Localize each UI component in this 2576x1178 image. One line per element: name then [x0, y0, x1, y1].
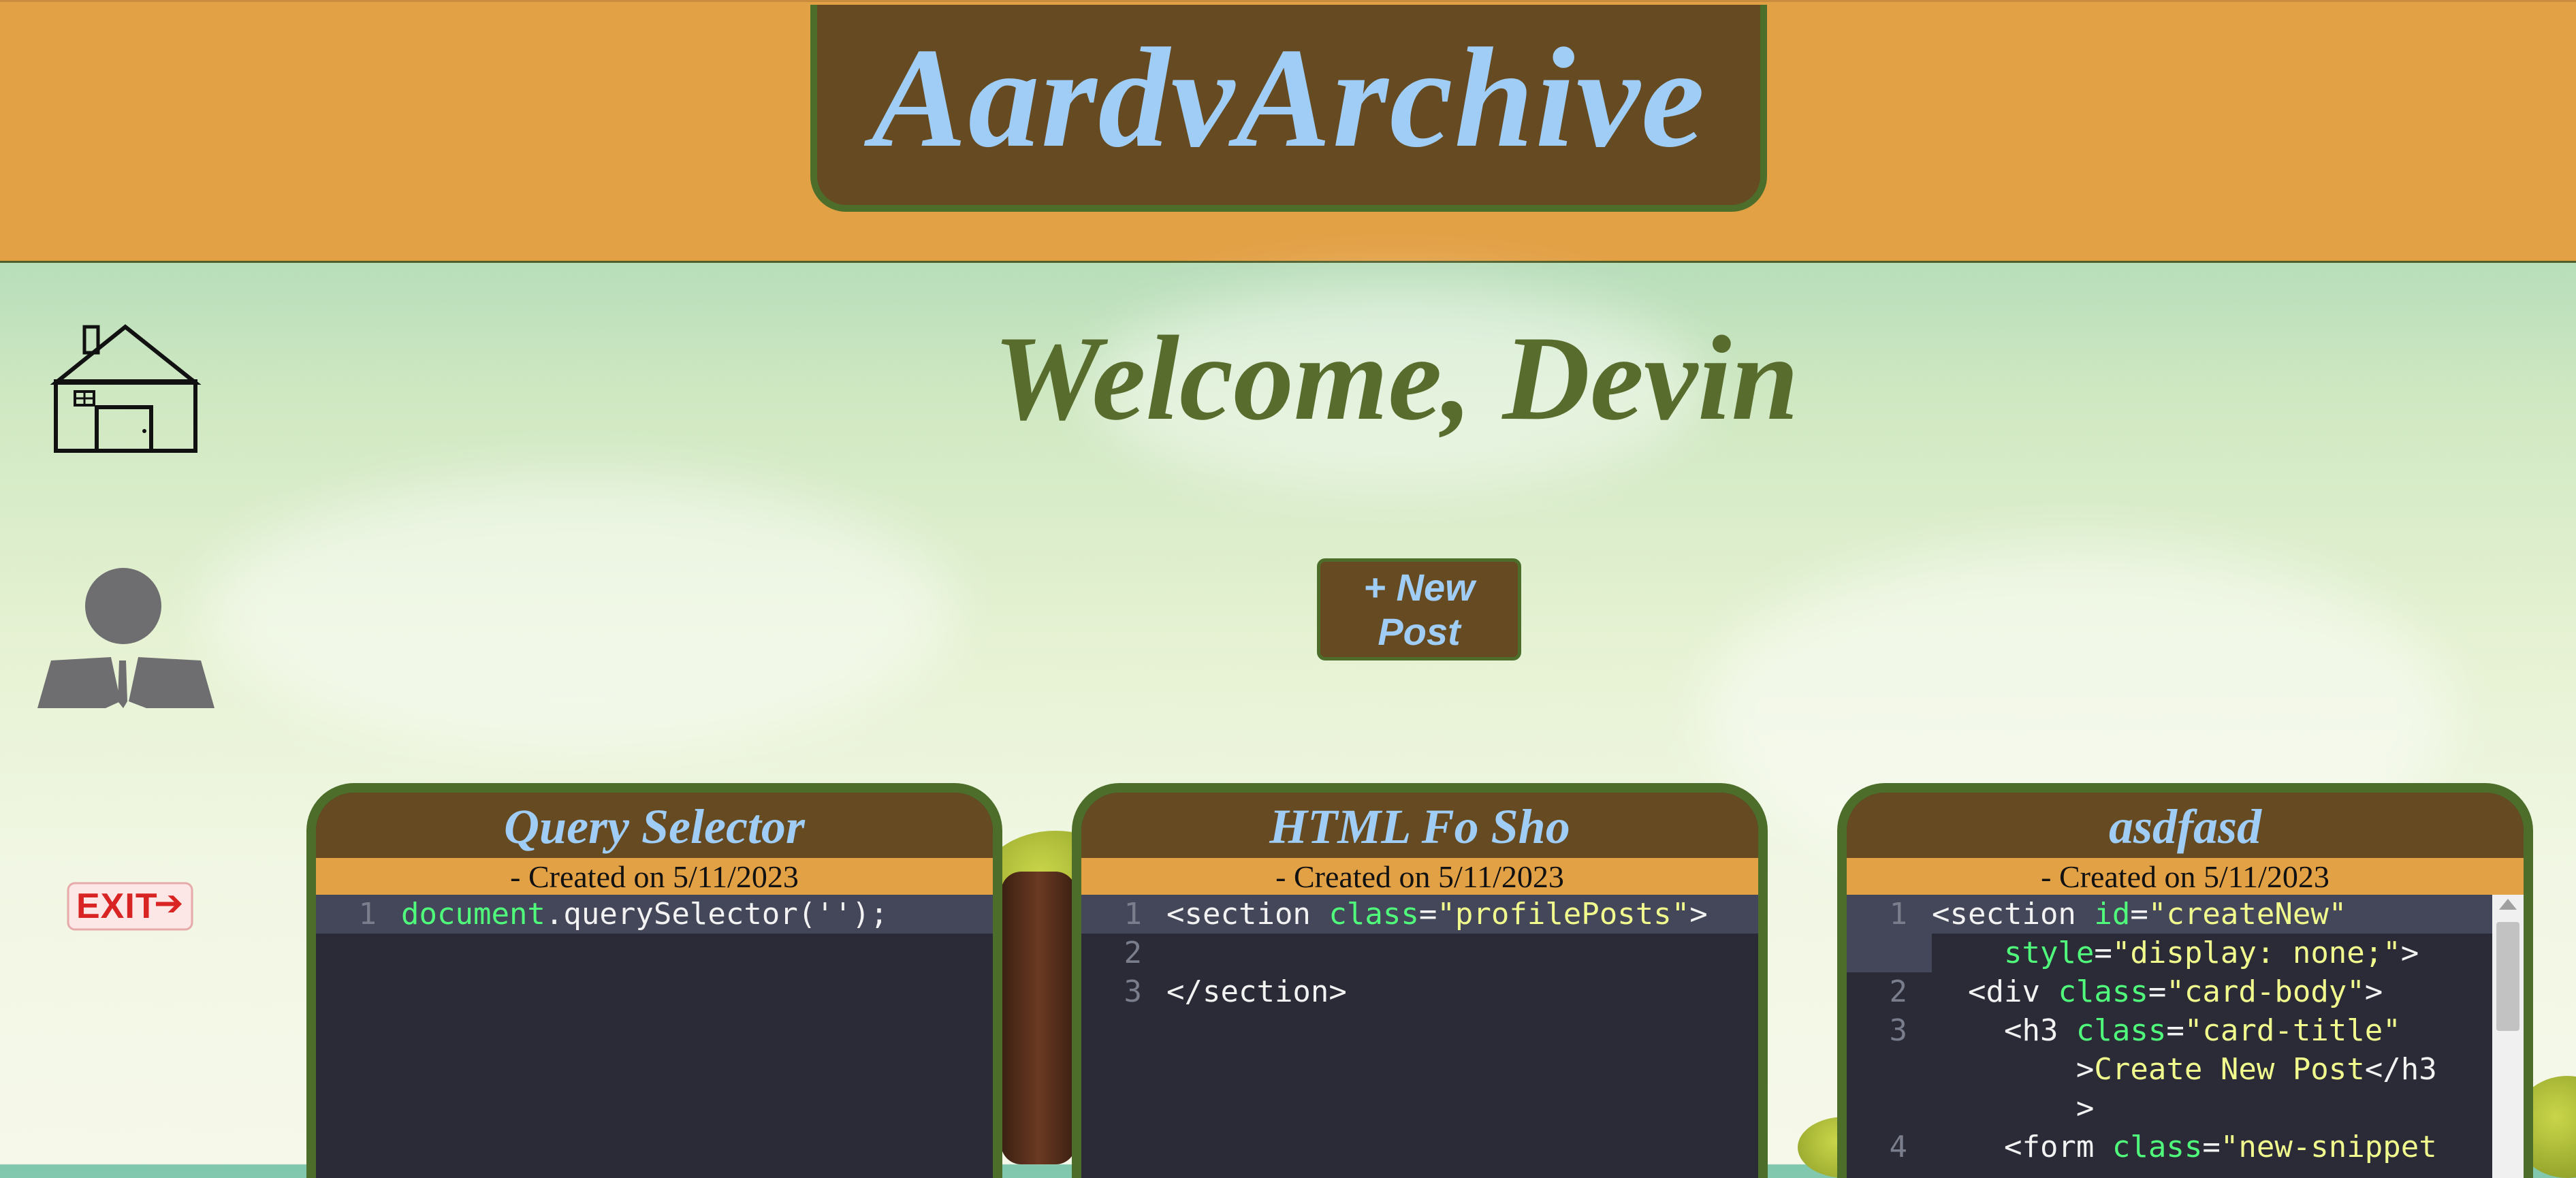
code-token: </section>: [1166, 974, 1347, 1009]
card-title[interactable]: asdfasd: [1847, 793, 2524, 858]
code-line[interactable]: >Create New Post</h3: [1847, 1050, 2524, 1089]
code-token: <form: [1932, 1130, 2112, 1164]
code-text: >: [1932, 1089, 2524, 1128]
code-line[interactable]: 1 <section class="profilePosts">: [1081, 895, 1758, 934]
code-token: Create New Post: [2094, 1052, 2365, 1087]
code-token: </h3: [2364, 1052, 2437, 1087]
line-number: [1847, 934, 1932, 972]
profile-icon[interactable]: [37, 565, 214, 708]
code-text: <section class="profilePosts">: [1166, 895, 1758, 934]
code-token: "display: none;": [2112, 936, 2401, 970]
scroll-up-arrow-icon[interactable]: [2499, 899, 2517, 910]
code-token: <h3: [1932, 1013, 2076, 1048]
line-number: 2: [1124, 936, 1143, 970]
code-line[interactable]: style="display: none;">: [1847, 934, 2524, 972]
card-date: - Created on 5/11/2023: [1847, 858, 2524, 895]
code-token: class: [2076, 1013, 2167, 1048]
exit-label: EXIT: [76, 887, 158, 926]
code-token: class: [2058, 974, 2148, 1009]
card-title[interactable]: Query Selector: [316, 793, 993, 858]
post-card: asdfasd - Created on 5/11/2023 1 <section…: [1837, 783, 2533, 1178]
logo[interactable]: AardvArchive: [810, 5, 1767, 212]
code-line[interactable]: 1 document.querySelector('');: [316, 895, 993, 934]
welcome-heading: Welcome, Devin: [993, 311, 1799, 445]
code-token: =: [2148, 974, 2167, 1009]
code-line[interactable]: 2: [1081, 934, 1758, 972]
post-card: HTML Fo Sho - Created on 5/11/2023 1 <sec…: [1072, 783, 1768, 1178]
line-number: 1: [358, 897, 377, 932]
line-number: [1847, 1089, 1932, 1128]
code-line[interactable]: 3 </section>: [1081, 972, 1758, 1011]
code-text: </section>: [1166, 972, 1758, 1011]
code-token: <section: [1932, 897, 2095, 932]
exit-button[interactable]: EXIT ➔: [67, 882, 193, 931]
code-token: <section: [1166, 897, 1329, 932]
line-number: [1847, 1050, 1932, 1089]
app-title: AardvArchive: [871, 18, 1706, 177]
code-token: "card-title": [2184, 1013, 2401, 1048]
line-number: 2: [1889, 974, 1908, 1009]
code-token: document: [401, 897, 545, 932]
code-text: document.querySelector('');: [401, 895, 993, 934]
code-line[interactable]: 2 <div class="card-body">: [1847, 972, 2524, 1011]
code-editor[interactable]: 1 <section class="profilePosts"> 2 3 </secti…: [1081, 895, 1758, 1178]
line-number: 3: [1889, 1013, 1908, 1048]
card-date: - Created on 5/11/2023: [316, 858, 993, 895]
line-number: 3: [1124, 974, 1143, 1009]
card-title[interactable]: HTML Fo Sho: [1081, 793, 1758, 858]
post-card: Query Selector - Created on 5/11/2023 1d…: [306, 783, 1002, 1178]
header: AardvArchive: [0, 0, 2576, 263]
code-text: <form class="new-snippet: [1932, 1128, 2524, 1166]
scrollbar-thumb[interactable]: [2496, 922, 2519, 1031]
code-editor[interactable]: 1 <section id="createNew" style="display:…: [1847, 895, 2524, 1178]
code-token: class: [1329, 897, 1419, 932]
code-token: =: [1418, 897, 1437, 932]
card-date: - Created on 5/11/2023: [1081, 858, 1758, 895]
code-line[interactable]: 1 <section id="createNew": [1847, 895, 2524, 934]
arrow-right-icon: ➔: [154, 883, 184, 924]
code-token: >: [2400, 936, 2419, 970]
code-token: "profilePosts": [1437, 897, 1690, 932]
scrollbar[interactable]: [2492, 895, 2524, 1178]
home-icon[interactable]: [49, 320, 202, 453]
code-token: style: [1932, 936, 2095, 970]
code-token: >: [1932, 1052, 2095, 1087]
code-token: "new-snippet: [2220, 1130, 2437, 1164]
line-number: 1: [1124, 897, 1143, 932]
code-text: <div class="card-body">: [1932, 972, 2524, 1011]
code-token: =: [2094, 936, 2112, 970]
line-number: 1: [1889, 897, 1908, 932]
code-editor[interactable]: 1 document.querySelector('');: [316, 895, 993, 1178]
line-number: 4: [1889, 1130, 1908, 1164]
code-token: id: [2094, 897, 2131, 932]
code-text: <section id="createNew": [1932, 895, 2524, 934]
code-token: class: [2112, 1130, 2203, 1164]
code-token: >: [1932, 1091, 2095, 1126]
code-token: "createNew": [2148, 897, 2347, 932]
code-text: style="display: none;">: [1932, 934, 2524, 972]
code-line[interactable]: 3 <h3 class="card-title": [1847, 1011, 2524, 1050]
code-token: <div: [1932, 974, 2058, 1009]
new-post-button[interactable]: + New Post: [1317, 558, 1521, 660]
code-token: "card-body": [2166, 974, 2365, 1009]
code-token: =: [2166, 1013, 2184, 1048]
code-token: >: [1689, 897, 1708, 932]
code-token: =: [2130, 897, 2148, 932]
code-line[interactable]: >: [1847, 1089, 2524, 1128]
code-text: >Create New Post</h3: [1932, 1050, 2524, 1089]
code-token: >: [2364, 974, 2383, 1009]
code-line[interactable]: 4 <form class="new-snippet: [1847, 1128, 2524, 1166]
code-token: .querySelector('');: [545, 897, 889, 932]
code-token: =: [2202, 1130, 2221, 1164]
code-text: <h3 class="card-title": [1932, 1011, 2524, 1050]
